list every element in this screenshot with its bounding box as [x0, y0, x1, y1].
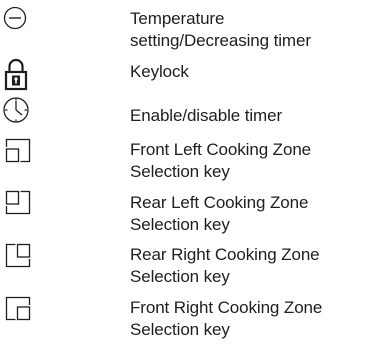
legend-line: Front Right Cooking Zone	[130, 298, 323, 317]
legend-text-timer: Enable/disable timer	[130, 105, 282, 127]
legend-line: Rear Left Cooking Zone	[130, 193, 309, 212]
front-left-zone-icon	[5, 138, 31, 164]
timer-icon	[1, 94, 31, 124]
legend-line: Selection key	[130, 162, 230, 181]
legend-text-front-left: Front Left Cooking Zone Selection key	[130, 139, 311, 183]
control-legend: Temperature setting/Decreasing timer Key…	[0, 0, 384, 350]
rear-right-zone-icon	[5, 243, 31, 269]
front-right-zone-icon	[5, 296, 31, 322]
legend-line: Selection key	[130, 215, 230, 234]
legend-text-keylock: Keylock	[130, 61, 189, 83]
legend-line: Keylock	[130, 62, 189, 81]
legend-text-rear-left: Rear Left Cooking Zone Selection key	[130, 192, 308, 236]
keylock-icon	[4, 57, 28, 91]
rear-left-zone-icon	[5, 190, 31, 216]
legend-line: Rear Right Cooking Zone	[130, 245, 320, 264]
legend-line: Selection key	[130, 267, 230, 286]
legend-line: Front Left Cooking Zone	[130, 140, 312, 159]
legend-line: setting/Decreasing timer	[130, 31, 311, 50]
minus-circle-icon	[3, 6, 27, 30]
legend-line: Temperature	[130, 9, 225, 28]
legend-text-front-right: Front Right Cooking Zone Selection key	[130, 297, 322, 341]
legend-text-decrease: Temperature setting/Decreasing timer	[130, 8, 311, 52]
legend-line: Enable/disable timer	[130, 106, 283, 125]
legend-line: Selection key	[130, 320, 230, 339]
legend-text-rear-right: Rear Right Cooking Zone Selection key	[130, 244, 320, 288]
